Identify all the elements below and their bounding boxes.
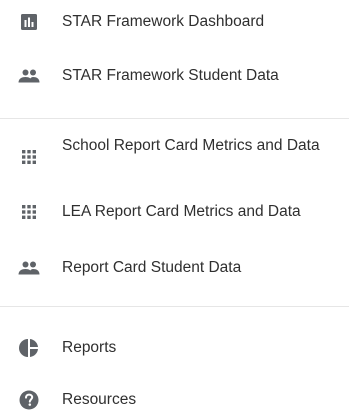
nav-item-label: STAR Framework Student Data: [62, 67, 279, 84]
grid-icon: [17, 200, 41, 224]
nav-item-label: Resources: [62, 391, 137, 408]
nav-item-star-framework-student-data[interactable]: STAR Framework Student Data: [0, 64, 349, 88]
people-icon: [17, 256, 41, 280]
bar-chart-icon: [17, 10, 41, 34]
nav-item-label: School Report Card Metrics and Data: [62, 137, 320, 154]
nav-item-label: Reports: [62, 339, 117, 356]
nav-item-star-framework-dashboard[interactable]: STAR Framework Dashboard: [0, 10, 349, 34]
nav-item-school-report-card-metrics[interactable]: School Report Card Metrics and Data: [0, 136, 349, 178]
nav-divider: [0, 118, 349, 119]
nav-item-label: Report Card Student Data: [62, 259, 242, 276]
side-navigation: STAR Framework Dashboard STAR Framework …: [0, 0, 349, 411]
nav-item-label: LEA Report Card Metrics and Data: [62, 203, 301, 220]
nav-item-label: STAR Framework Dashboard: [62, 13, 265, 30]
nav-item-reports[interactable]: Reports: [0, 336, 349, 360]
nav-divider: [0, 306, 349, 307]
help-icon: [17, 388, 41, 411]
nav-item-report-card-student-data[interactable]: Report Card Student Data: [0, 256, 349, 280]
pie-chart-icon: [17, 336, 41, 360]
grid-icon: [17, 145, 41, 169]
nav-item-resources[interactable]: Resources: [0, 388, 349, 411]
people-icon: [17, 64, 41, 88]
nav-item-lea-report-card-metrics[interactable]: LEA Report Card Metrics and Data: [0, 200, 349, 224]
